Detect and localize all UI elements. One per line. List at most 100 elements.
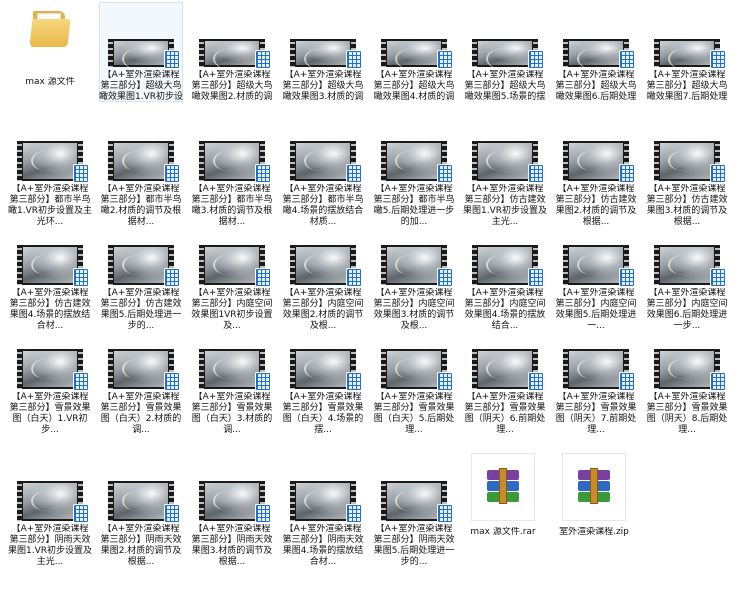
video-file-icon bbox=[381, 141, 453, 183]
media-badge-icon bbox=[437, 504, 453, 523]
video-file-item[interactable]: 【A+室外渲染课程第三部分】雪景效果图（阴天）8.后期处理... bbox=[645, 346, 729, 446]
video-file-item[interactable]: 【A+室外渲染课程第三部分】阴雨天效果图3.材质的调节及根据... bbox=[190, 478, 274, 578]
media-badge-icon bbox=[437, 372, 453, 391]
file-label: 【A+室外渲染课程第三部分】都市半鸟瞰2.材质的调节及根据材... bbox=[100, 184, 182, 227]
file-label: 【A+室外渲染课程第三部分】超级大鸟瞰效果图5.场景的摆放结... bbox=[464, 70, 546, 101]
video-file-item[interactable]: 【A+室外渲染课程第三部分】雪景效果图（阴天）6.前期处理... bbox=[463, 346, 547, 446]
video-file-item[interactable]: 【A+室外渲染课程第三部分】都市半鸟瞰4.场景的摆放结合材质... bbox=[281, 138, 365, 238]
file-label: 【A+室外渲染课程第三部分】阴雨天效果图5.后期处理进一步的... bbox=[373, 524, 455, 567]
file-label: 【A+室外渲染课程第三部分】阴雨天效果图2.材质的调节及根据... bbox=[100, 524, 182, 567]
winrar-archive-icon bbox=[574, 466, 614, 506]
video-file-icon bbox=[108, 39, 180, 70]
media-badge-icon bbox=[528, 164, 544, 183]
video-file-icon bbox=[199, 349, 271, 391]
video-file-icon bbox=[199, 481, 271, 523]
video-file-icon bbox=[381, 481, 453, 523]
video-file-item[interactable]: 【A+室外渲染课程第三部分】都市半鸟瞰5.后期处理进一步的加... bbox=[372, 138, 456, 238]
video-file-item[interactable]: 【A+室外渲染课程第三部分】都市半鸟瞰3.材质的调节及根据材... bbox=[190, 138, 274, 238]
media-badge-icon bbox=[255, 164, 271, 183]
video-file-item[interactable]: 【A+室外渲染课程第三部分】超级大鸟瞰效果图6.后期处理进一... bbox=[554, 2, 638, 102]
video-file-item[interactable]: 【A+室外渲染课程第三部分】内庭空间效果图5.后期处理进一... bbox=[554, 242, 638, 342]
video-file-icon bbox=[472, 141, 544, 183]
video-file-item[interactable]: 【A+室外渲染课程第三部分】超级大鸟瞰效果图3.材质的调节及... bbox=[281, 2, 365, 102]
video-file-item[interactable]: 【A+室外渲染课程第三部分】雪景效果图（白天）4.场景的摆... bbox=[281, 346, 365, 446]
video-file-item[interactable]: 【A+室外渲染课程第三部分】超级大鸟瞰效果图4.材质的调节及... bbox=[372, 2, 456, 102]
file-label: 【A+室外渲染课程第三部分】阴雨天效果图3.材质的调节及根据... bbox=[191, 524, 273, 567]
media-badge-icon bbox=[73, 268, 89, 287]
video-file-icon bbox=[108, 245, 180, 287]
file-label: 【A+室外渲染课程第三部分】仿古建效果图3.材质的调节及根据... bbox=[646, 184, 728, 227]
file-label: 【A+室外渲染课程第三部分】超级大鸟瞰效果图7.后期处理进一... bbox=[646, 70, 728, 101]
file-label: 【A+室外渲染课程第三部分】内庭空间效果图1VR初步设置及... bbox=[191, 288, 273, 331]
video-file-icon bbox=[563, 141, 635, 183]
media-badge-icon bbox=[73, 164, 89, 183]
video-file-icon bbox=[108, 481, 180, 523]
media-badge-icon bbox=[528, 268, 544, 287]
folder-item[interactable]: max 源文件 bbox=[8, 2, 92, 102]
video-file-icon bbox=[17, 349, 89, 391]
file-label: 室外渲染课程.zip bbox=[559, 526, 629, 537]
video-file-item[interactable]: 【A+室外渲染课程第三部分】雪景效果图（白天）3.材质的调... bbox=[190, 346, 274, 446]
video-file-item[interactable]: 【A+室外渲染课程第三部分】超级大鸟瞰效果图2.材质的调节及... bbox=[190, 2, 274, 102]
archive-file-item[interactable]: max 源文件.rar bbox=[461, 452, 545, 538]
file-label: 【A+室外渲染课程第三部分】内庭空间效果图6.后期处理进一步... bbox=[646, 288, 728, 331]
video-file-item[interactable]: 【A+室外渲染课程第三部分】超级大鸟瞰效果图7.后期处理进一... bbox=[645, 2, 729, 102]
media-badge-icon bbox=[346, 164, 362, 183]
video-file-icon bbox=[381, 245, 453, 287]
video-file-icon bbox=[472, 349, 544, 391]
file-label: 【A+室外渲染课程第三部分】超级大鸟瞰效果图3.材质的调节及... bbox=[282, 70, 364, 101]
media-badge-icon bbox=[73, 372, 89, 391]
video-file-item[interactable]: 【A+室外渲染课程第三部分】内庭空间效果图4.场景的摆放结合... bbox=[463, 242, 547, 342]
video-file-item[interactable]: 【A+室外渲染课程第三部分】都市半鸟瞰2.材质的调节及根据材... bbox=[99, 138, 183, 238]
video-file-item[interactable]: 【A+室外渲染课程第三部分】仿古建效果图4.场景的摆放结合材... bbox=[8, 242, 92, 342]
media-badge-icon bbox=[164, 50, 180, 70]
media-badge-icon bbox=[346, 504, 362, 523]
video-file-item[interactable]: 【A+室外渲染课程第三部分】内庭空间效果图2.材质的调节及根... bbox=[281, 242, 365, 342]
video-file-item[interactable]: 【A+室外渲染课程第三部分】阴雨天效果图1.VR初步设置及主光... bbox=[8, 478, 92, 578]
video-file-icon bbox=[290, 245, 362, 287]
video-file-item[interactable]: 【A+室外渲染课程第三部分】仿古建效果图1.VR初步设置及主光... bbox=[463, 138, 547, 238]
file-label: 【A+室外渲染课程第三部分】雪景效果图（白天）4.场景的摆... bbox=[282, 392, 364, 435]
file-label: 【A+室外渲染课程第三部分】内庭空间效果图5.后期处理进一... bbox=[555, 288, 637, 331]
file-label: 【A+室外渲染课程第三部分】仿古建效果图2.材质的调节及根据... bbox=[555, 184, 637, 227]
video-file-item[interactable]: 【A+室外渲染课程第三部分】雪景效果图（阴天）7.前期处理... bbox=[554, 346, 638, 446]
video-file-item[interactable]: 【A+室外渲染课程第三部分】雪景效果图（白天）5.后期处理... bbox=[372, 346, 456, 446]
video-file-item[interactable]: 【A+室外渲染课程第三部分】雪景效果图（白天）1.VR初步... bbox=[8, 346, 92, 446]
file-label: 【A+室外渲染课程第三部分】超级大鸟瞰效果图4.材质的调节及... bbox=[373, 70, 455, 101]
winrar-archive-icon bbox=[562, 453, 626, 521]
video-file-icon bbox=[563, 245, 635, 287]
file-label: 【A+室外渲染课程第三部分】雪景效果图（阴天）7.前期处理... bbox=[555, 392, 637, 435]
video-file-item[interactable]: 【A+室外渲染课程第三部分】超级大鸟瞰效果图1.VR初步设置... bbox=[99, 2, 183, 102]
file-label: 【A+室外渲染课程第三部分】雪景效果图（白天）1.VR初步... bbox=[9, 392, 91, 435]
video-file-item[interactable]: 【A+室外渲染课程第三部分】阴雨天效果图5.后期处理进一步的... bbox=[372, 478, 456, 578]
media-badge-icon bbox=[619, 268, 635, 287]
file-label: 【A+室外渲染课程第三部分】都市半鸟瞰5.后期处理进一步的加... bbox=[373, 184, 455, 227]
video-file-item[interactable]: 【A+室外渲染课程第三部分】仿古建效果图2.材质的调节及根据... bbox=[554, 138, 638, 238]
media-badge-icon bbox=[255, 268, 271, 287]
video-file-item[interactable]: 【A+室外渲染课程第三部分】仿古建效果图3.材质的调节及根据... bbox=[645, 138, 729, 238]
video-file-item[interactable]: 【A+室外渲染课程第三部分】内庭空间效果图3.材质的调节及根... bbox=[372, 242, 456, 342]
video-file-icon bbox=[290, 39, 362, 70]
video-file-item[interactable]: 【A+室外渲染课程第三部分】内庭空间效果图1VR初步设置及... bbox=[190, 242, 274, 342]
video-file-item[interactable]: 【A+室外渲染课程第三部分】内庭空间效果图6.后期处理进一步... bbox=[645, 242, 729, 342]
video-file-icon bbox=[381, 349, 453, 391]
file-label: 【A+室外渲染课程第三部分】阴雨天效果图1.VR初步设置及主光... bbox=[8, 524, 92, 567]
file-label: max 源文件.rar bbox=[470, 526, 536, 537]
video-file-icon bbox=[17, 245, 89, 287]
media-badge-icon bbox=[437, 164, 453, 183]
file-label: 【A+室外渲染课程第三部分】雪景效果图（白天）2.材质的调... bbox=[100, 392, 182, 435]
archive-file-item[interactable]: 室外渲染课程.zip bbox=[552, 452, 636, 538]
video-file-item[interactable]: 【A+室外渲染课程第三部分】超级大鸟瞰效果图5.场景的摆放结... bbox=[463, 2, 547, 102]
video-file-item[interactable]: 【A+室外渲染课程第三部分】仿古建效果图5.后期处理进一步的... bbox=[99, 242, 183, 342]
video-file-item[interactable]: 【A+室外渲染课程第三部分】都市半鸟瞰1.VR初步设置及主光环... bbox=[8, 138, 92, 238]
video-file-icon bbox=[290, 349, 362, 391]
video-file-item[interactable]: 【A+室外渲染课程第三部分】雪景效果图（白天）2.材质的调... bbox=[99, 346, 183, 446]
video-file-item[interactable]: 【A+室外渲染课程第三部分】阴雨天效果图2.材质的调节及根据... bbox=[99, 478, 183, 578]
folder-icon bbox=[29, 9, 71, 49]
media-badge-icon bbox=[710, 268, 726, 287]
media-badge-icon bbox=[164, 372, 180, 391]
winrar-archive-icon bbox=[471, 453, 535, 521]
video-file-icon bbox=[17, 141, 89, 183]
media-badge-icon bbox=[710, 372, 726, 391]
video-file-item[interactable]: 【A+室外渲染课程第三部分】阴雨天效果图4.场景的摆放结合材... bbox=[281, 478, 365, 578]
